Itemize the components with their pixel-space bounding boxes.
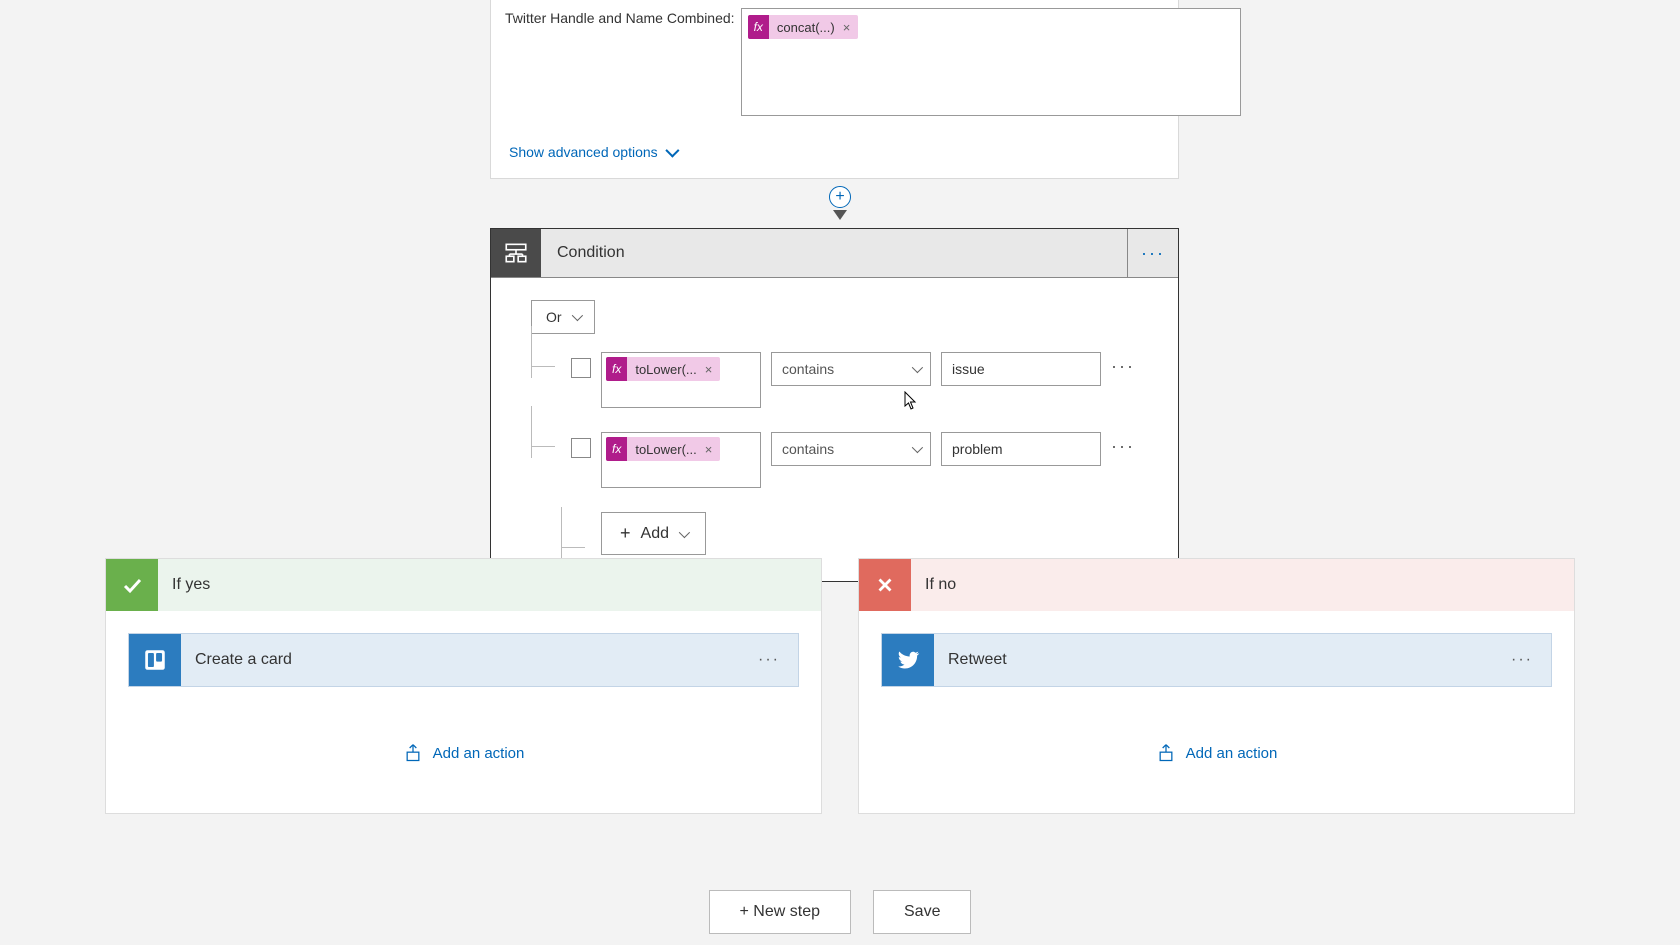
previous-action-card: Twitter Handle and Name Combined: fx con…: [490, 0, 1179, 179]
remove-token-icon[interactable]: ×: [705, 362, 721, 377]
arrow-down-icon: [833, 210, 847, 220]
fx-icon: fx: [606, 437, 627, 461]
action-menu-button[interactable]: ···: [740, 651, 798, 669]
value-input[interactable]: fx toLower(... ×: [601, 352, 761, 408]
chevron-down-icon: [912, 362, 923, 373]
logic-operator-dropdown[interactable]: Or: [531, 300, 595, 334]
operator-dropdown[interactable]: contains: [771, 352, 931, 386]
chevron-down-icon: [571, 310, 582, 321]
remove-token-icon[interactable]: ×: [843, 20, 859, 35]
compare-value-input[interactable]: [941, 432, 1101, 466]
row-menu-button[interactable]: ···: [1111, 352, 1135, 377]
flow-canvas: Twitter Handle and Name Combined: fx con…: [0, 0, 1680, 945]
plus-icon: +: [620, 523, 631, 544]
expression-token[interactable]: fx toLower(... ×: [606, 357, 720, 381]
condition-title: Condition: [541, 229, 1128, 277]
condition-menu-button[interactable]: ···: [1128, 229, 1178, 277]
trello-icon: [129, 634, 181, 686]
chevron-down-icon: [912, 442, 923, 453]
value-input[interactable]: fx toLower(... ×: [601, 432, 761, 488]
add-action-link[interactable]: Add an action: [881, 743, 1552, 763]
footer-buttons: + New step Save: [0, 890, 1680, 934]
chevron-down-icon: [665, 144, 679, 158]
expression-token[interactable]: fx concat(...) ×: [748, 15, 859, 39]
condition-card: Condition ··· Or fx toLower(... ×: [490, 228, 1179, 582]
insert-step-connector[interactable]: +: [824, 186, 856, 220]
row-menu-button[interactable]: ···: [1111, 432, 1135, 457]
x-icon: [859, 559, 911, 611]
if-yes-branch: If yes Create a card ··· Add an action: [105, 558, 822, 814]
condition-icon: [491, 229, 541, 277]
operator-dropdown[interactable]: contains: [771, 432, 931, 466]
twitter-icon: [882, 634, 934, 686]
action-card-trello[interactable]: Create a card ···: [128, 633, 799, 687]
branch-header-yes: If yes: [106, 559, 821, 611]
field-label: Twitter Handle and Name Combined:: [505, 8, 735, 26]
show-advanced-options-link[interactable]: Show advanced options: [491, 130, 692, 178]
fx-icon: fx: [606, 357, 627, 381]
remove-token-icon[interactable]: ×: [705, 442, 721, 457]
fx-icon: fx: [748, 15, 769, 39]
condition-branches: If yes Create a card ··· Add an action: [105, 558, 1575, 814]
expression-token[interactable]: fx toLower(... ×: [606, 437, 720, 461]
add-condition-button[interactable]: + Add: [601, 512, 706, 555]
row-select-checkbox[interactable]: [571, 358, 591, 378]
condition-row: fx toLower(... × contains ···: [531, 432, 1148, 488]
chevron-down-icon: [679, 526, 690, 537]
branch-header-no: If no: [859, 559, 1574, 611]
compare-value-input[interactable]: [941, 352, 1101, 386]
condition-header[interactable]: Condition ···: [491, 229, 1178, 278]
add-action-link[interactable]: Add an action: [128, 743, 799, 763]
field-input[interactable]: fx concat(...) ×: [741, 8, 1241, 116]
row-select-checkbox[interactable]: [571, 438, 591, 458]
action-card-twitter[interactable]: Retweet ···: [881, 633, 1552, 687]
plus-icon[interactable]: +: [829, 186, 851, 208]
new-step-button[interactable]: + New step: [709, 890, 851, 934]
action-menu-button[interactable]: ···: [1493, 651, 1551, 669]
save-button[interactable]: Save: [873, 890, 971, 934]
condition-row: fx toLower(... × contains ···: [531, 352, 1148, 408]
check-icon: [106, 559, 158, 611]
if-no-branch: If no Retweet ··· Add an action: [858, 558, 1575, 814]
